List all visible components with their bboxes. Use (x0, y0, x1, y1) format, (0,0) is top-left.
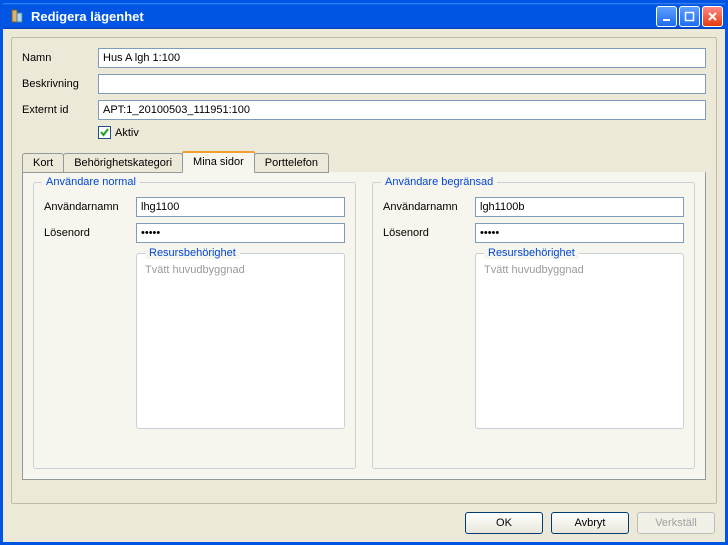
legend-user-limited: Användare begränsad (381, 176, 497, 188)
content-panel: Namn Beskrivning Externt id Aktiv Kort B… (11, 37, 717, 504)
app-icon (9, 8, 25, 24)
resource-item-normal[interactable]: Tvätt huvudbyggnad (145, 264, 336, 276)
close-button[interactable] (702, 6, 723, 27)
row-external-id: Externt id (22, 100, 706, 120)
label-username-limited: Användarnamn (383, 201, 475, 213)
row-active: Aktiv (98, 126, 706, 139)
tab-panel-mina-sidor: Användare normal Användarnamn Lösenord R… (22, 172, 706, 480)
tab-bar: Kort Behörighetskategori Mina sidor Port… (22, 153, 706, 173)
legend-resource-normal: Resursbehörighet (145, 247, 240, 259)
tab-kort[interactable]: Kort (22, 153, 64, 173)
minimize-button[interactable] (656, 6, 677, 27)
description-input[interactable] (98, 74, 706, 94)
row-description: Beskrivning (22, 74, 706, 94)
dialog-buttons: OK Avbryt Verkställ (3, 512, 725, 542)
ok-button[interactable]: OK (465, 512, 543, 534)
label-active: Aktiv (115, 127, 139, 139)
resource-box-limited: Resursbehörighet Tvätt huvudbyggnad (475, 253, 684, 429)
apply-button: Verkställ (637, 512, 715, 534)
group-user-normal: Användare normal Användarnamn Lösenord R… (33, 182, 356, 469)
password-normal-input[interactable] (136, 223, 345, 243)
cancel-button[interactable]: Avbryt (551, 512, 629, 534)
external-id-input[interactable] (98, 100, 706, 120)
resource-box-normal: Resursbehörighet Tvätt huvudbyggnad (136, 253, 345, 429)
group-user-limited: Användare begränsad Användarnamn Lösenor… (372, 182, 695, 469)
titlebar[interactable]: Redigera lägenhet (3, 3, 725, 29)
active-checkbox[interactable] (98, 126, 111, 139)
username-limited-input[interactable] (475, 197, 684, 217)
label-password-normal: Lösenord (44, 227, 136, 239)
window-title: Redigera lägenhet (31, 9, 656, 24)
legend-user-normal: Användare normal (42, 176, 140, 188)
legend-resource-limited: Resursbehörighet (484, 247, 579, 259)
row-name: Namn (22, 48, 706, 68)
window-buttons (656, 6, 723, 27)
username-normal-input[interactable] (136, 197, 345, 217)
label-external-id: Externt id (22, 104, 98, 116)
label-password-limited: Lösenord (383, 227, 475, 239)
label-username-normal: Användarnamn (44, 201, 136, 213)
tab-porttelefon[interactable]: Porttelefon (254, 153, 329, 173)
resource-item-limited[interactable]: Tvätt huvudbyggnad (484, 264, 675, 276)
client-area: Namn Beskrivning Externt id Aktiv Kort B… (3, 29, 725, 542)
password-limited-input[interactable] (475, 223, 684, 243)
label-description: Beskrivning (22, 78, 98, 90)
label-name: Namn (22, 52, 98, 64)
maximize-button[interactable] (679, 6, 700, 27)
tab-mina-sidor[interactable]: Mina sidor (182, 151, 255, 173)
tab-behorighetskategori[interactable]: Behörighetskategori (63, 153, 183, 173)
app-window: Redigera lägenhet Namn Beskrivning (0, 0, 728, 545)
name-input[interactable] (98, 48, 706, 68)
